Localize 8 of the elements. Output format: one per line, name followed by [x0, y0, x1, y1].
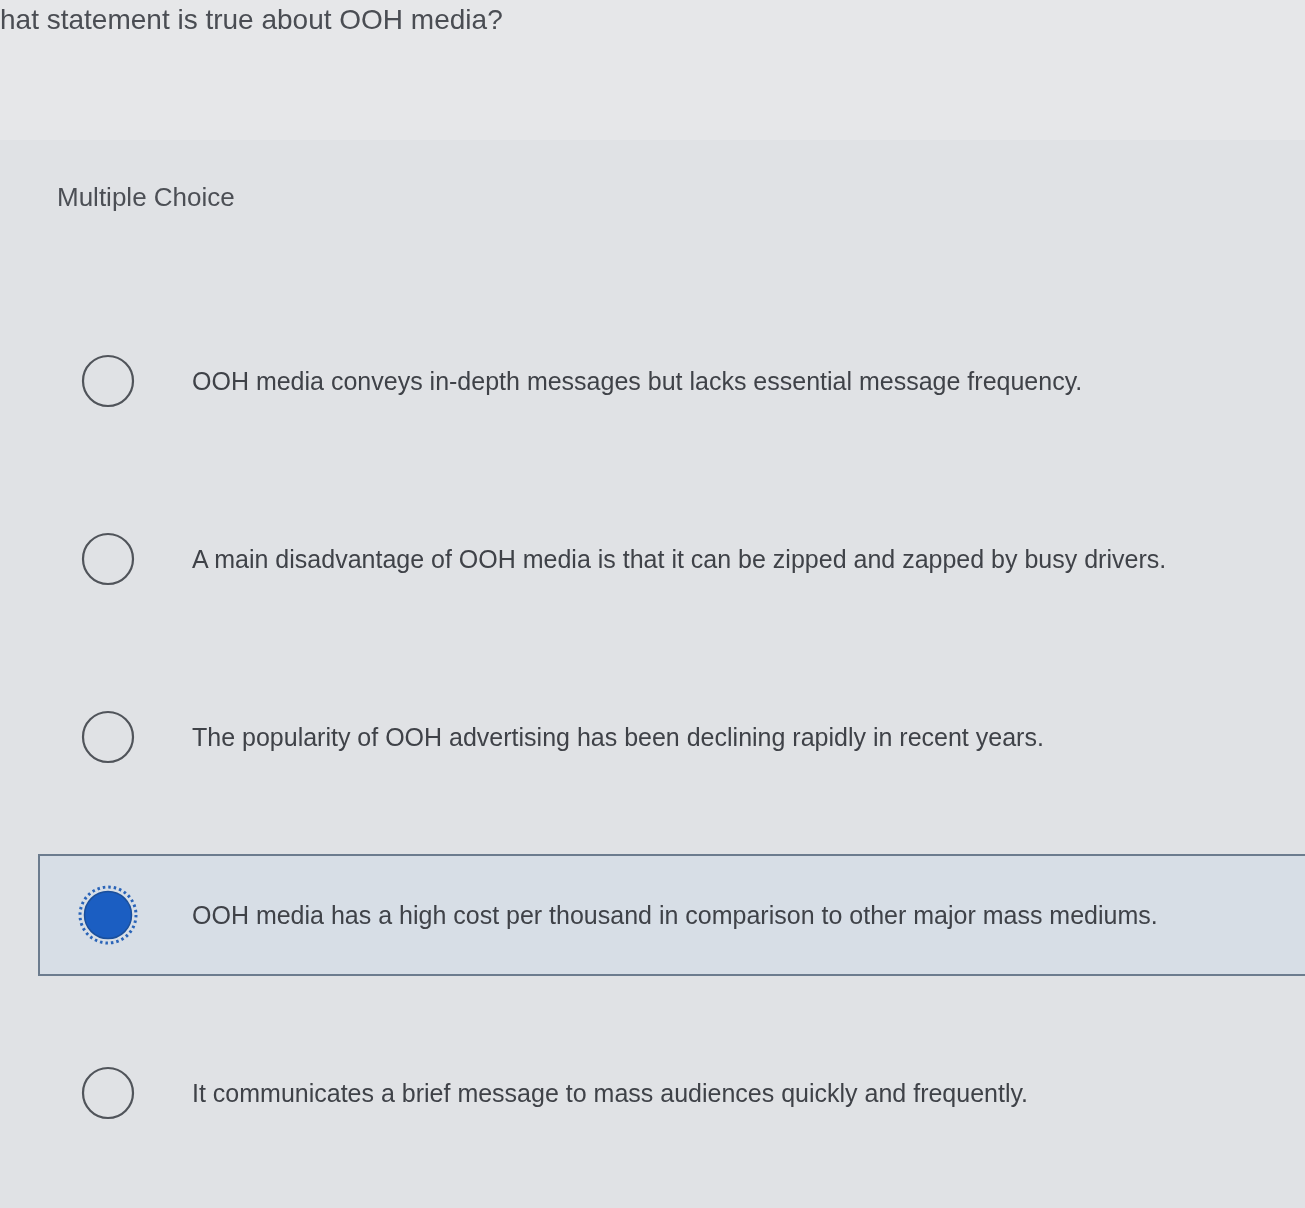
answer-option[interactable]: A main disadvantage of OOH media is that it can be zipped and zapped by busy drivers. — [38, 498, 1305, 620]
answer-option[interactable]: OOH media conveys in-depth messages but lacks essential message frequency. — [38, 320, 1305, 442]
answer-option[interactable]: It communicates a brief message to mass audiences quickly and frequently. — [38, 1032, 1305, 1154]
answer-option[interactable]: The popularity of OOH advertising has been declining rapidly in recent years. — [38, 676, 1305, 798]
question-text: hat statement is true about OOH media? — [0, 3, 503, 37]
radio-button[interactable] — [78, 885, 138, 945]
question-type-label: Multiple Choice — [57, 181, 235, 214]
answer-option[interactable]: OOH media has a high cost per thousand in comparison to other major mass mediums. — [38, 854, 1305, 976]
